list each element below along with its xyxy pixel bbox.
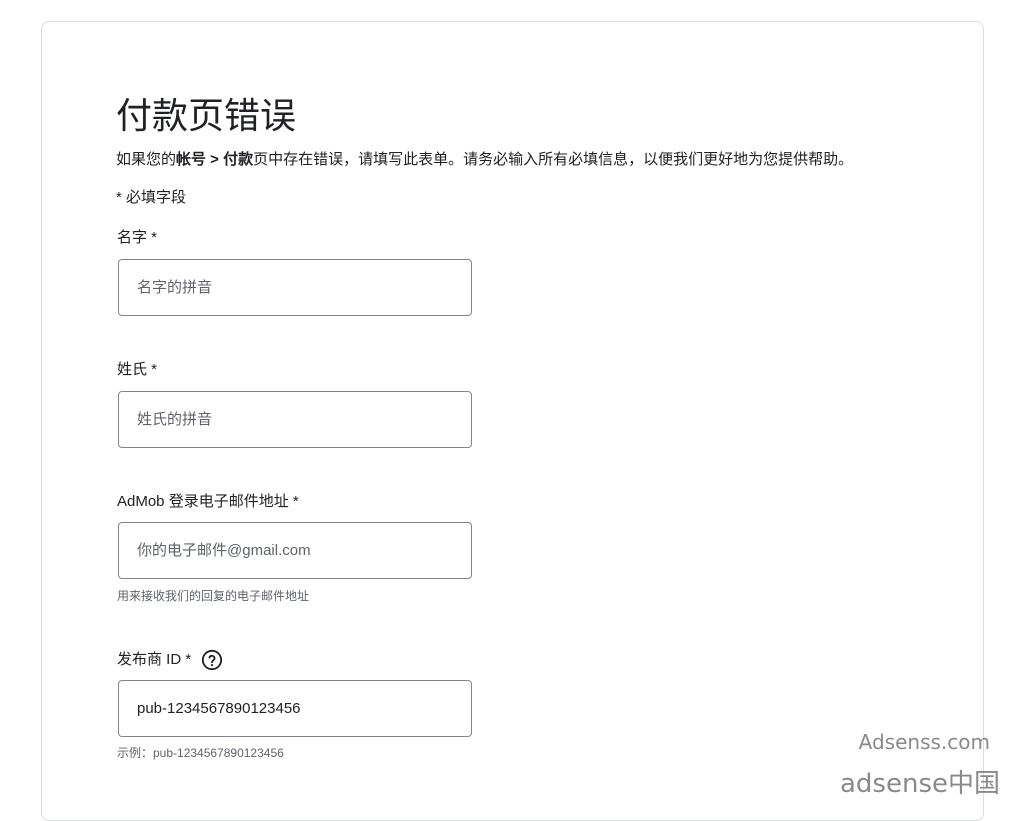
page-title: 付款页错误 <box>116 95 297 136</box>
intro-suffix: 页中存在错误，请填写此表单。请务必输入所有必填信息，以便我们更好地为您提供帮助。 <box>253 151 854 168</box>
email-label: AdMob 登录电子邮件地址 * <box>117 493 299 510</box>
first-name-input[interactable] <box>118 259 472 316</box>
publisher-id-label: 发布商 ID * <box>117 651 192 668</box>
publisher-id-hint: 示例：pub-1234567890123456 <box>117 746 284 760</box>
publisher-id-input[interactable] <box>118 680 472 737</box>
intro-bold-path: 帐号 > 付款 <box>176 151 254 168</box>
intro-prefix: 如果您的 <box>116 151 177 168</box>
email-hint: 用来接收我们的回复的电子邮件地址 <box>117 589 310 603</box>
intro-text: 如果您的帐号 > 付款页中存在错误，请填写此表单。请务必输入所有必填信息，以便我… <box>116 150 853 170</box>
watermark-line1: Adsenss.com <box>858 730 990 754</box>
publisher-id-label-row: 发布商 ID * <box>117 649 223 671</box>
last-name-label: 姓氏 * <box>117 361 158 378</box>
last-name-input[interactable] <box>118 391 472 448</box>
required-fields-note: * 必填字段 <box>116 189 187 206</box>
email-input[interactable] <box>118 522 472 579</box>
watermark-line2: adsense中国 <box>840 769 1000 799</box>
first-name-label: 名字 * <box>117 229 158 246</box>
help-circle-icon[interactable] <box>201 649 223 671</box>
